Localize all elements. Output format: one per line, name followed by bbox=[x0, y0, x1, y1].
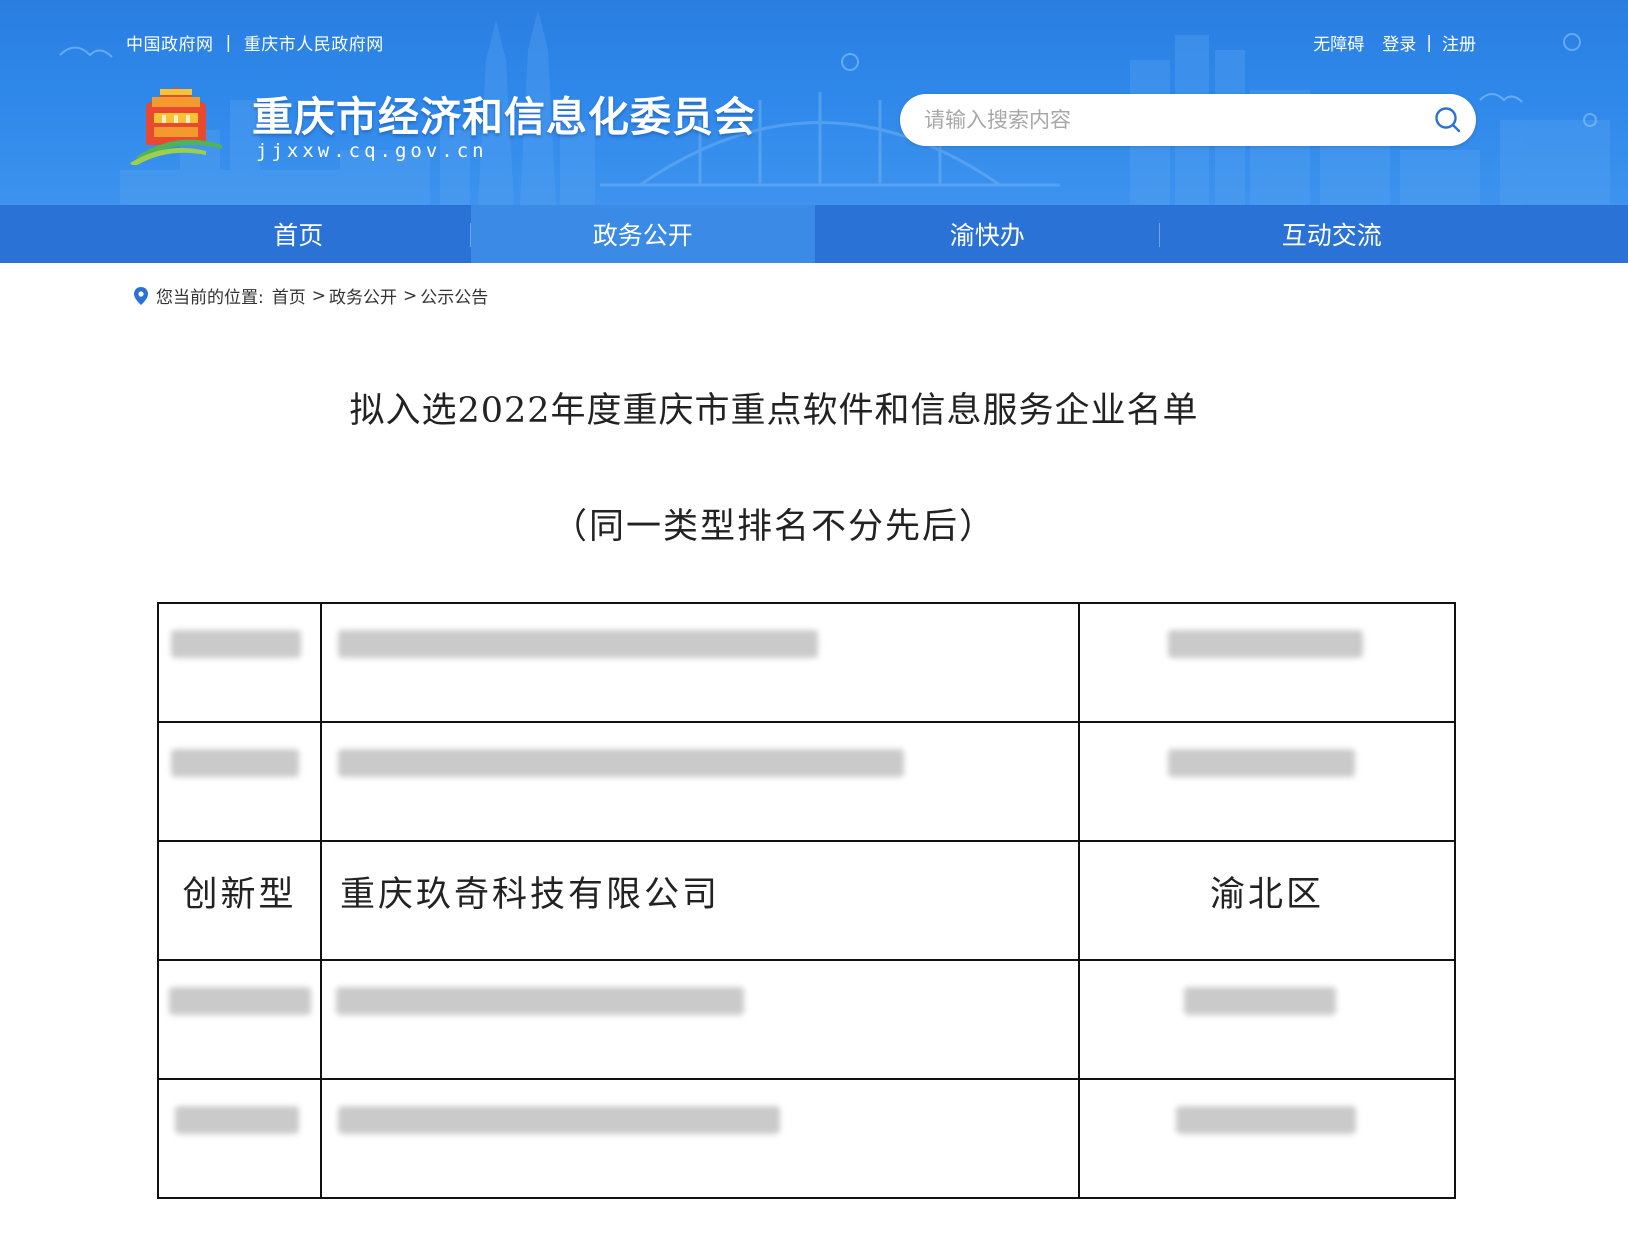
company-cell: 重庆玖奇科技有限公司 bbox=[320, 840, 1080, 961]
district-cell bbox=[1078, 721, 1456, 842]
district-cell bbox=[1078, 959, 1456, 1080]
breadcrumb-arrow: > bbox=[402, 285, 418, 306]
company-cell bbox=[320, 959, 1080, 1080]
nav-yukuaiban[interactable]: 渝快办 bbox=[815, 205, 1160, 263]
nav-yukuaiban-label: 渝快办 bbox=[949, 221, 1025, 250]
company-cell bbox=[320, 721, 1080, 842]
breadcrumb: 您当前的位置: 首页 > 政务公开 > 公示公告 bbox=[134, 283, 488, 308]
redacted-text bbox=[338, 1106, 780, 1134]
breadcrumb-arrow: > bbox=[311, 285, 326, 306]
site-logo-icon[interactable] bbox=[126, 75, 226, 165]
redacted-text bbox=[171, 630, 301, 658]
table-row bbox=[157, 959, 1456, 1080]
company-name: 重庆玖奇科技有限公司 bbox=[340, 875, 721, 915]
document-subtitle: （同一类型排名不分先后） bbox=[551, 507, 996, 547]
table-row bbox=[157, 602, 1456, 723]
top-links-separator: | bbox=[225, 32, 232, 53]
redacted-text bbox=[336, 987, 744, 1015]
redacted-text bbox=[338, 749, 904, 777]
district-cell: 渝北区 bbox=[1078, 840, 1456, 961]
enterprise-list-table: 创新型 重庆玖奇科技有限公司 渝北区 bbox=[157, 602, 1456, 1199]
type-cell bbox=[157, 721, 322, 842]
redacted-text bbox=[171, 749, 299, 777]
user-links-separator: | bbox=[1426, 32, 1432, 53]
redacted-text bbox=[1184, 987, 1336, 1015]
site-domain: jjxxw.cq.gov.cn bbox=[256, 140, 488, 162]
redacted-text bbox=[1168, 630, 1363, 658]
search-box bbox=[900, 94, 1476, 146]
breadcrumb-prefix: 您当前的位置: bbox=[156, 288, 264, 308]
nav-government-affairs[interactable]: 政务公开 bbox=[470, 205, 815, 263]
table-row bbox=[157, 1078, 1456, 1199]
district-cell bbox=[1078, 1078, 1456, 1199]
login-link[interactable]: 登录 bbox=[1382, 30, 1416, 55]
breadcrumb-home[interactable]: 首页 bbox=[272, 283, 306, 308]
nav-home-label: 首页 bbox=[273, 221, 324, 250]
redacted-text bbox=[175, 1106, 299, 1134]
site-title[interactable]: 重庆市经济和信息化委员会 bbox=[252, 83, 756, 143]
type-cell bbox=[157, 1078, 322, 1199]
header-banner: 中国政府网 | 重庆市人民政府网 无障碍 登录 | 注册 重庆市经济和信息化委员… bbox=[0, 0, 1628, 205]
gov-cn-link[interactable]: 中国政府网 bbox=[126, 30, 214, 55]
district-cell bbox=[1078, 602, 1456, 723]
main-nav: 首页 政务公开 渝快办 互动交流 bbox=[0, 205, 1628, 263]
search-icon bbox=[1435, 107, 1461, 133]
redacted-text bbox=[1168, 749, 1355, 777]
table-row: 创新型 重庆玖奇科技有限公司 渝北区 bbox=[157, 840, 1456, 961]
breadcrumb-announcements[interactable]: 公示公告 bbox=[420, 283, 488, 308]
enterprise-type: 创新型 bbox=[182, 875, 297, 915]
nav-interaction[interactable]: 互动交流 bbox=[1160, 205, 1505, 263]
company-cell bbox=[320, 602, 1080, 723]
nav-interaction-label: 互动交流 bbox=[1281, 221, 1382, 250]
redacted-text bbox=[338, 630, 818, 658]
redacted-text bbox=[1176, 1106, 1356, 1134]
type-cell bbox=[157, 602, 322, 723]
user-links: 无障碍 登录 | 注册 bbox=[1313, 30, 1476, 56]
redacted-text bbox=[169, 987, 311, 1015]
breadcrumb-government-affairs[interactable]: 政务公开 bbox=[329, 283, 397, 308]
search-input[interactable] bbox=[900, 94, 1420, 146]
cq-gov-link[interactable]: 重庆市人民政府网 bbox=[244, 30, 384, 55]
table-row bbox=[157, 721, 1456, 842]
nav-home[interactable]: 首页 bbox=[126, 205, 471, 263]
document-title: 拟入选2022年度重庆市重点软件和信息服务企业名单 bbox=[349, 391, 1199, 431]
top-links: 中国政府网 | 重庆市人民政府网 bbox=[126, 30, 384, 56]
location-pin-icon bbox=[134, 286, 148, 305]
type-cell bbox=[157, 959, 322, 1080]
nav-government-affairs-label: 政务公开 bbox=[592, 221, 693, 250]
company-cell bbox=[320, 1078, 1080, 1199]
type-cell: 创新型 bbox=[157, 840, 322, 961]
search-button[interactable] bbox=[1420, 94, 1476, 146]
register-link[interactable]: 注册 bbox=[1442, 30, 1476, 55]
accessibility-link[interactable]: 无障碍 bbox=[1313, 30, 1364, 55]
district-name: 渝北区 bbox=[1209, 875, 1324, 915]
